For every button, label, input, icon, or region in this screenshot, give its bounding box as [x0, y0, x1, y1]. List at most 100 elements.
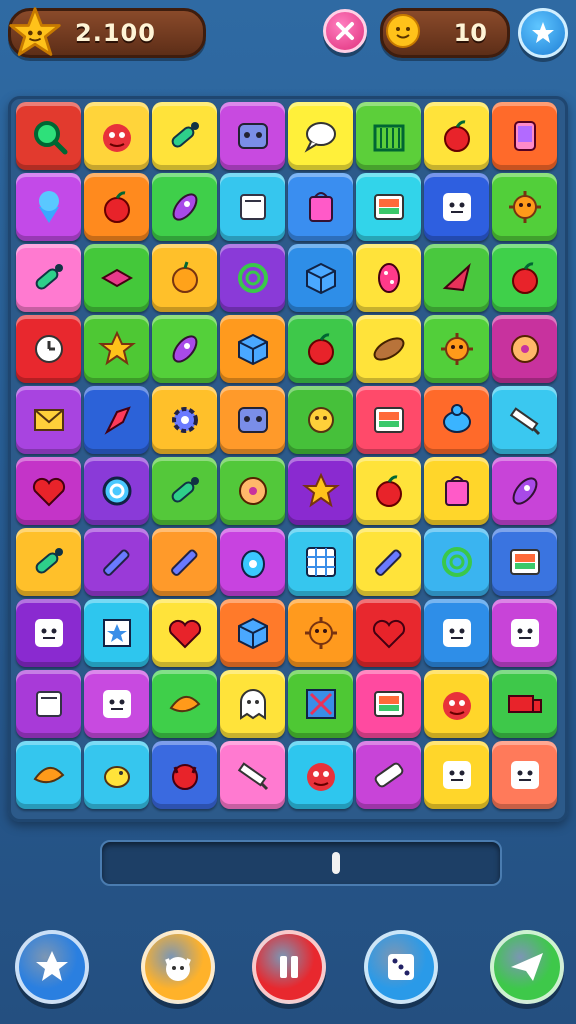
game-tile[interactable] — [220, 386, 285, 454]
gear-icon — [171, 407, 198, 433]
game-tile[interactable] — [424, 741, 489, 809]
game-tile[interactable] — [84, 102, 149, 170]
game-tile[interactable] — [492, 102, 557, 170]
game-tile[interactable] — [288, 173, 353, 241]
crayon-icon — [170, 549, 197, 576]
game-tile[interactable] — [220, 244, 285, 312]
game-tile[interactable] — [492, 386, 557, 454]
game-tile[interactable] — [16, 741, 81, 809]
game-tile[interactable] — [152, 386, 217, 454]
game-tile[interactable] — [288, 741, 353, 809]
box-icon — [35, 691, 62, 717]
game-tile[interactable] — [152, 102, 217, 170]
close-button[interactable] — [323, 9, 367, 53]
heart-icon — [372, 619, 405, 649]
game-tile[interactable] — [152, 670, 217, 738]
game-tile[interactable] — [84, 670, 149, 738]
game-tile[interactable] — [220, 599, 285, 667]
game-tile[interactable] — [152, 741, 217, 809]
game-tile[interactable] — [16, 102, 81, 170]
pet-button[interactable] — [141, 930, 215, 1004]
game-tile[interactable] — [424, 244, 489, 312]
game-tile[interactable] — [84, 244, 149, 312]
game-tile[interactable] — [220, 741, 285, 809]
game-tile[interactable] — [288, 315, 353, 383]
box-icon — [239, 194, 266, 220]
game-tile[interactable] — [424, 528, 489, 596]
game-tile[interactable] — [356, 741, 421, 809]
game-tile[interactable] — [16, 670, 81, 738]
game-tile[interactable] — [16, 315, 81, 383]
game-tile[interactable] — [220, 528, 285, 596]
game-tile[interactable] — [84, 173, 149, 241]
flag-icon — [104, 406, 131, 435]
game-tile[interactable] — [16, 386, 81, 454]
game-tile[interactable] — [424, 315, 489, 383]
game-tile[interactable] — [16, 244, 81, 312]
game-tile[interactable] — [492, 244, 557, 312]
game-tile[interactable] — [288, 244, 353, 312]
game-tile[interactable] — [220, 102, 285, 170]
pause-button[interactable] — [252, 930, 326, 1004]
game-tile[interactable] — [356, 102, 421, 170]
game-tile[interactable] — [152, 599, 217, 667]
game-tile[interactable] — [356, 173, 421, 241]
game-tile[interactable] — [16, 457, 81, 525]
game-tile[interactable] — [84, 315, 149, 383]
game-tile[interactable] — [288, 386, 353, 454]
game-tile[interactable] — [492, 599, 557, 667]
star-button[interactable] — [15, 930, 89, 1004]
send-button[interactable] — [490, 930, 564, 1004]
game-tile[interactable] — [84, 528, 149, 596]
game-tile[interactable] — [220, 315, 285, 383]
favorite-button[interactable] — [518, 8, 568, 58]
game-tile[interactable] — [84, 599, 149, 667]
game-tile[interactable] — [492, 173, 557, 241]
game-tile[interactable] — [152, 244, 217, 312]
game-tile[interactable] — [424, 670, 489, 738]
game-tile[interactable] — [152, 528, 217, 596]
game-tile[interactable] — [356, 244, 421, 312]
game-tile[interactable] — [16, 528, 81, 596]
card-icon — [102, 619, 131, 647]
smiley-face-icon — [386, 14, 420, 48]
game-tile[interactable] — [288, 670, 353, 738]
square-icon — [305, 689, 336, 719]
game-tile[interactable] — [288, 457, 353, 525]
game-tile[interactable] — [220, 670, 285, 738]
cat-face-icon — [165, 957, 191, 981]
game-tile[interactable] — [356, 457, 421, 525]
game-tile[interactable] — [84, 741, 149, 809]
game-tile[interactable] — [220, 457, 285, 525]
game-tile[interactable] — [424, 457, 489, 525]
game-tile[interactable] — [356, 315, 421, 383]
game-tile[interactable] — [152, 315, 217, 383]
game-tile[interactable] — [424, 599, 489, 667]
game-tile[interactable] — [424, 386, 489, 454]
game-tile[interactable] — [356, 528, 421, 596]
game-tile[interactable] — [84, 457, 149, 525]
game-tile[interactable] — [152, 457, 217, 525]
game-tile[interactable] — [424, 102, 489, 170]
game-tile[interactable] — [84, 386, 149, 454]
game-tile[interactable] — [356, 599, 421, 667]
game-tile[interactable] — [492, 315, 557, 383]
game-tile[interactable] — [492, 670, 557, 738]
game-tile[interactable] — [220, 173, 285, 241]
game-tile[interactable] — [492, 741, 557, 809]
game-tile[interactable] — [492, 457, 557, 525]
coin-icon — [102, 476, 131, 506]
game-tile[interactable] — [152, 173, 217, 241]
game-tile[interactable] — [356, 670, 421, 738]
game-tile[interactable] — [16, 173, 81, 241]
game-tile[interactable] — [356, 386, 421, 454]
face-icon — [442, 193, 471, 221]
game-tile[interactable] — [288, 102, 353, 170]
bottle-icon — [171, 122, 199, 148]
game-tile[interactable] — [288, 599, 353, 667]
game-tile[interactable] — [492, 528, 557, 596]
dice-button[interactable] — [364, 930, 438, 1004]
game-tile[interactable] — [16, 599, 81, 667]
game-tile[interactable] — [288, 528, 353, 596]
game-tile[interactable] — [424, 173, 489, 241]
